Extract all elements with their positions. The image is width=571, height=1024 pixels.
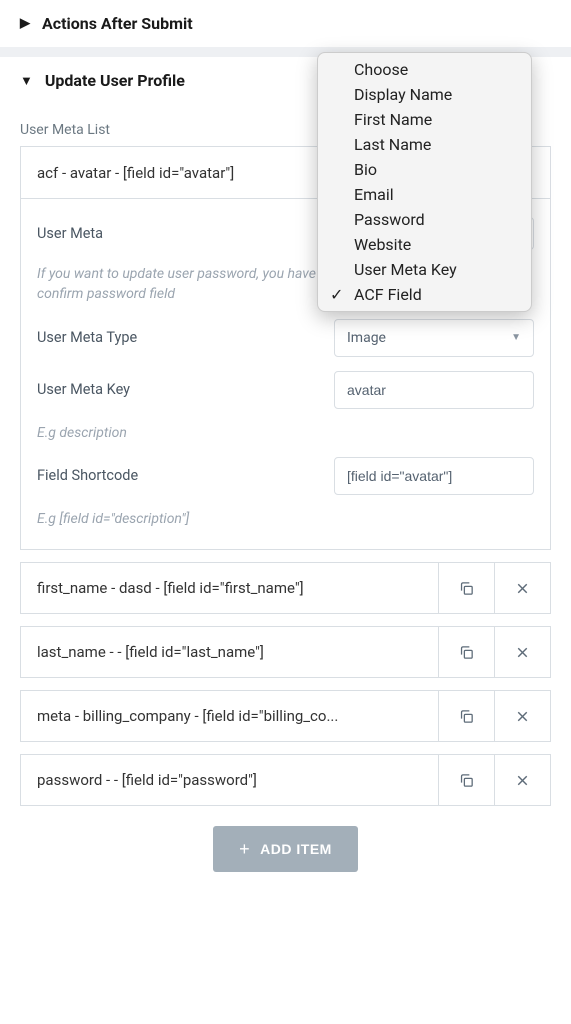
user-meta-dropdown[interactable]: ChooseDisplay NameFirst NameLast NameBio…	[317, 52, 532, 312]
close-icon[interactable]	[494, 691, 550, 741]
section-title: Actions After Submit	[42, 14, 193, 33]
dropdown-option[interactable]: User Meta Key	[318, 257, 531, 282]
dropdown-option[interactable]: Choose	[318, 57, 531, 82]
user-meta-key-label: User Meta Key	[37, 381, 334, 398]
user-meta-key-input[interactable]	[334, 371, 534, 409]
close-icon[interactable]	[494, 627, 550, 677]
user-meta-type-label: User Meta Type	[37, 329, 334, 346]
dropdown-option[interactable]: Bio	[318, 157, 531, 182]
close-icon[interactable]	[494, 755, 550, 805]
section-title: Update User Profile	[45, 71, 185, 90]
dropdown-option[interactable]: Email	[318, 182, 531, 207]
field-shortcode-label: Field Shortcode	[37, 467, 334, 484]
meta-item[interactable]: last_name - - [field id="last_name"]	[20, 626, 551, 678]
copy-icon[interactable]	[438, 563, 494, 613]
add-item-label: ADD ITEM	[260, 841, 332, 857]
add-item-button[interactable]: + ADD ITEM	[213, 826, 358, 872]
meta-item-title: meta - billing_company - [field id="bill…	[21, 707, 438, 725]
chevron-right-icon: ▶	[20, 16, 30, 31]
meta-item-title: last_name - - [field id="last_name"]	[21, 643, 438, 661]
copy-icon[interactable]	[438, 755, 494, 805]
meta-item[interactable]: first_name - dasd - [field id="first_nam…	[20, 562, 551, 614]
meta-item-title: password - - [field id="password"]	[21, 771, 438, 789]
dropdown-option[interactable]: Display Name	[318, 82, 531, 107]
copy-icon[interactable]	[438, 691, 494, 741]
user-meta-key-hint: E.g description	[37, 423, 534, 443]
actions-after-submit-section[interactable]: ▶ Actions After Submit	[0, 0, 571, 47]
copy-icon[interactable]	[438, 627, 494, 677]
meta-item[interactable]: password - - [field id="password"]	[20, 754, 551, 806]
dropdown-option[interactable]: First Name	[318, 107, 531, 132]
meta-item-title: first_name - dasd - [field id="first_nam…	[21, 579, 438, 597]
close-icon[interactable]	[494, 563, 550, 613]
dropdown-option[interactable]: Last Name	[318, 132, 531, 157]
user-meta-type-select[interactable]: Image ▼	[334, 319, 534, 357]
dropdown-option[interactable]: Website	[318, 232, 531, 257]
user-meta-type-value: Image	[347, 330, 386, 346]
dropdown-option[interactable]: Password	[318, 207, 531, 232]
chevron-down-icon: ▼	[511, 332, 521, 343]
user-meta-label: User Meta	[37, 225, 334, 242]
meta-item[interactable]: meta - billing_company - [field id="bill…	[20, 690, 551, 742]
field-shortcode-hint: E.g [field id="description"]	[37, 509, 534, 529]
dropdown-option[interactable]: ACF Field	[318, 282, 531, 307]
plus-icon: +	[239, 840, 250, 858]
chevron-down-icon: ▼	[20, 73, 33, 89]
add-item-row: + ADD ITEM	[20, 806, 551, 876]
field-shortcode-input[interactable]	[334, 457, 534, 495]
